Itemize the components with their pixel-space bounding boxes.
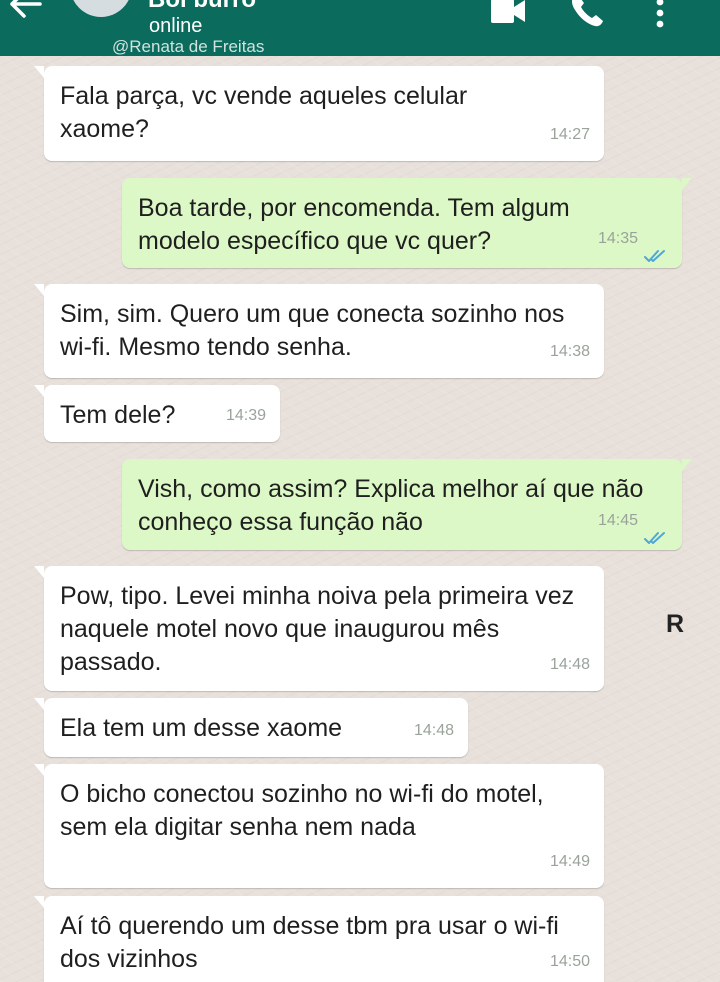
message-text: Vish, como assim? Explica melhor aí que … bbox=[138, 475, 644, 536]
message-incoming[interactable]: Pow, tipo. Levei minha noiva pela primei… bbox=[34, 566, 604, 691]
avatar[interactable] bbox=[70, 0, 132, 17]
contact-status: online bbox=[149, 15, 203, 37]
message-time: 14:48 bbox=[549, 656, 590, 673]
video-call-icon[interactable] bbox=[490, 0, 526, 24]
more-vert-icon[interactable] bbox=[652, 0, 668, 30]
message-text: Sim, sim. Quero um que conecta sozinho n… bbox=[60, 300, 565, 361]
message-time: 14:48 bbox=[413, 722, 454, 739]
double-check-icon bbox=[644, 239, 668, 262]
message-time: 14:35 bbox=[597, 230, 638, 247]
overlay-mark: R bbox=[666, 610, 685, 638]
message-time: 14:38 bbox=[549, 343, 590, 360]
message-time: 14:27 bbox=[549, 126, 590, 143]
message-outgoing[interactable]: Vish, como assim? Explica melhor aí que … bbox=[122, 459, 692, 550]
message-time: 14:50 bbox=[549, 953, 590, 970]
message-time: 14:39 bbox=[225, 407, 266, 424]
watermark: @Renata de Freitas bbox=[112, 37, 265, 56]
message-incoming[interactable]: Aí tô querendo um desse tbm pra usar o w… bbox=[34, 896, 604, 982]
message-text: Ela tem um desse xaome bbox=[60, 714, 343, 742]
message-text: Tem dele? bbox=[60, 401, 176, 429]
message-time: 14:49 bbox=[549, 853, 590, 870]
message-incoming[interactable]: Sim, sim. Quero um que conecta sozinho n… bbox=[34, 284, 604, 378]
chat-area[interactable]: Fala parça, vc vende aqueles celular xao… bbox=[0, 56, 720, 982]
double-check-icon bbox=[644, 521, 668, 544]
back-arrow-icon[interactable] bbox=[4, 0, 44, 24]
chat-header: Boi burro online @Renata de Freitas bbox=[0, 0, 720, 56]
message-incoming[interactable]: O bicho conectou sozinho no wi-fi do mot… bbox=[34, 764, 604, 888]
message-text: O bicho conectou sozinho no wi-fi do mot… bbox=[60, 780, 544, 841]
message-text: Aí tô querendo um desse tbm pra usar o w… bbox=[60, 912, 559, 973]
message-text: Boa tarde, por encomenda. Tem algum mode… bbox=[138, 194, 570, 255]
message-time: 14:45 bbox=[597, 512, 638, 529]
message-incoming[interactable]: Ela tem um desse xaome 14:48 bbox=[34, 698, 468, 757]
message-outgoing[interactable]: Boa tarde, por encomenda. Tem algum mode… bbox=[122, 178, 692, 268]
contact-name[interactable]: Boi burro bbox=[148, 0, 256, 14]
message-text: Fala parça, vc vende aqueles celular xao… bbox=[60, 82, 468, 143]
message-text: Pow, tipo. Levei minha noiva pela primei… bbox=[60, 582, 575, 676]
phone-call-icon[interactable] bbox=[569, 0, 605, 28]
message-incoming[interactable]: Tem dele? 14:39 bbox=[34, 385, 280, 442]
message-incoming[interactable]: Fala parça, vc vende aqueles celular xao… bbox=[34, 66, 604, 161]
